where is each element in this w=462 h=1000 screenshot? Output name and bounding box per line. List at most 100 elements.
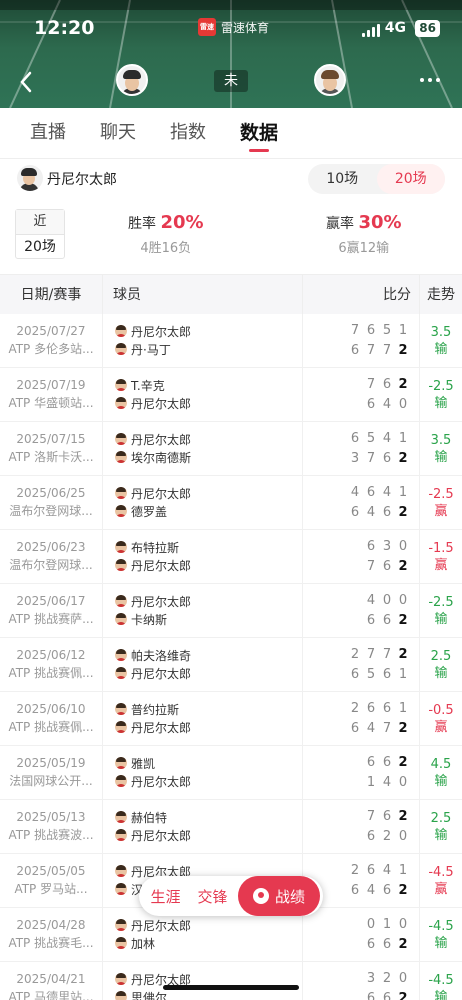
range-option-20[interactable]: 20场 [376,164,445,194]
table-row[interactable]: 2025/06/23 温布尔登网球... 布特拉斯 丹尼尔太郎 630 762 … [0,530,462,584]
record-button[interactable]: 战绩 [238,876,320,916]
score-cell: 1 [398,430,408,446]
score-line-two: 662 [303,934,411,954]
player-avatar-icon [115,811,127,823]
score-cell-group: 7651 6772 [303,314,420,367]
win-record: 4胜16负 [140,241,192,256]
score-cell: 5 [382,322,392,338]
date-event-cell: 2025/06/10 ATP 挑战赛佩... [0,692,103,745]
tab-odds[interactable]: 指数 [170,108,206,158]
player-one-name: 雅凯 [131,756,156,771]
range-option-10[interactable]: 10场 [308,164,377,194]
tab-chat[interactable]: 聊天 [100,108,136,158]
table-row[interactable]: 2025/06/10 ATP 挑战赛佩... 普约拉斯 丹尼尔太郎 2661 6… [0,692,462,746]
event-name: 法国网球公开... [9,774,93,788]
score-cell: 6 [382,558,392,574]
score-line-two: 140 [303,772,411,792]
player-two-name: 丹尼尔太郎 [131,828,192,843]
score-cell: 3 [366,970,376,986]
score-cell: 6 [366,828,376,844]
table-row[interactable]: 2025/06/25 温布尔登网球... 丹尼尔太郎 德罗盖 4641 6462… [0,476,462,530]
score-line-one: 010 [303,914,411,934]
score-line-one: 320 [303,968,411,988]
score-cell: 6 [382,754,392,770]
player-two-name: 德罗盖 [131,504,168,519]
trend-cell: 2.5 输 [420,638,462,691]
table-row[interactable]: 2025/04/28 ATP 挑战赛毛... 丹尼尔太郎 加林 010 662 … [0,908,462,962]
players-cell: 丹尼尔太郎 卡纳斯 [103,584,303,637]
away-player-avatar[interactable] [314,64,346,96]
player-two-name: 丹·马丁 [131,342,171,357]
player-two-name: 丹尼尔太郎 [131,774,192,789]
event-name: ATP 挑战赛佩... [8,666,94,680]
event-name: ATP 罗马站... [14,882,88,896]
trend-cell: 3.5 输 [420,422,462,475]
tab-live[interactable]: 直播 [30,108,66,158]
network-type: 4G [384,20,406,36]
player-two: 丹尼尔太郎 [115,556,302,574]
players-cell: 丹尼尔太郎 埃尔南德斯 [103,422,303,475]
player-name[interactable]: 丹尼尔太郎 [47,169,117,189]
player-avatar-icon [115,829,127,841]
more-dots-icon[interactable] [420,78,440,82]
date-event-cell: 2025/06/23 温布尔登网球... [0,530,103,583]
score-cell: 4 [382,396,392,412]
date-event-cell: 2025/05/19 法国网球公开... [0,746,103,799]
score-cell: 0 [398,396,408,412]
player-one-name: 丹尼尔太郎 [131,918,192,933]
back-arrow-icon[interactable] [14,68,38,96]
player-avatar-icon [115,667,127,679]
score-cell-group: 2661 6472 [303,692,420,745]
tab-data[interactable]: 数据 [240,108,278,158]
match-nav: 未 [0,62,462,102]
signal-icon [362,24,380,37]
handicap-line: -1.5 [428,541,454,556]
event-name: ATP 挑战赛波... [8,828,94,842]
score-cell: 2 [398,646,408,662]
brand-name: 雷速体育 [221,20,270,35]
player-two: 丹尼尔太郎 [115,772,302,790]
table-row[interactable]: 2025/05/19 法国网球公开... 雅凯 丹尼尔太郎 662 140 4.… [0,746,462,800]
match-date: 2025/06/25 [16,486,86,500]
score-line-two: 6772 [303,340,411,360]
table-row[interactable]: 2025/06/12 ATP 挑战赛佩... 帕夫洛维奇 丹尼尔太郎 2772 … [0,638,462,692]
home-player-avatar[interactable] [116,64,148,96]
recent-count: 20场 [24,239,56,255]
score-cell: 3 [382,538,392,554]
career-button[interactable]: 生涯 [142,886,189,907]
score-cell: 2 [398,504,408,520]
player-two-name: 埃尔南德斯 [131,450,192,465]
handicap-line: -4.5 [428,973,454,988]
players-cell: 丹尼尔太郎 思佛尔 [103,962,303,1000]
score-cell-group: 2772 6561 [303,638,420,691]
handicap-result: 输 [434,990,448,1000]
table-row[interactable]: 2025/07/27 ATP 多伦多站... 丹尼尔太郎 丹·马丁 7651 6… [0,314,462,368]
recent-box: 近 20场 [15,209,65,259]
score-line-two: 620 [303,826,411,846]
score-cell: 6 [350,342,360,358]
home-indicator[interactable] [163,985,299,990]
handicap-line: -0.5 [428,703,454,718]
score-cell: 4 [382,862,392,878]
date-event-cell: 2025/05/05 ATP 罗马站... [0,854,103,907]
players-cell: 普约拉斯 丹尼尔太郎 [103,692,303,745]
score-line-one: 400 [303,590,411,610]
score-cell: 0 [398,916,408,932]
score-cell: 5 [366,430,376,446]
date-event-cell: 2025/05/13 ATP 挑战赛波... [0,800,103,853]
table-row[interactable]: 2025/07/19 ATP 华盛顿站... T.辛克 丹尼尔太郎 762 64… [0,368,462,422]
score-cell: 6 [366,754,376,770]
table-row[interactable]: 2025/04/21 ATP 马德里站... 丹尼尔太郎 思佛尔 320 662… [0,962,462,1000]
match-date: 2025/07/19 [16,378,86,392]
score-line-two: 762 [303,556,411,576]
table-row[interactable]: 2025/05/13 ATP 挑战赛波... 赫伯特 丹尼尔太郎 762 620… [0,800,462,854]
score-cell-group: 762 640 [303,368,420,421]
handicap-line: 3.5 [430,433,452,448]
event-name: ATP 挑战赛萨... [8,612,94,626]
player-avatar[interactable] [17,165,43,191]
table-row[interactable]: 2025/06/17 ATP 挑战赛萨... 丹尼尔太郎 卡纳斯 400 662… [0,584,462,638]
score-cell: 6 [366,990,376,1000]
player-selector: 丹尼尔太郎 10场 20场 [0,158,462,198]
table-row[interactable]: 2025/07/15 ATP 洛斯卡沃... 丹尼尔太郎 埃尔南德斯 6541 … [0,422,462,476]
h2h-button[interactable]: 交锋 [189,886,236,907]
